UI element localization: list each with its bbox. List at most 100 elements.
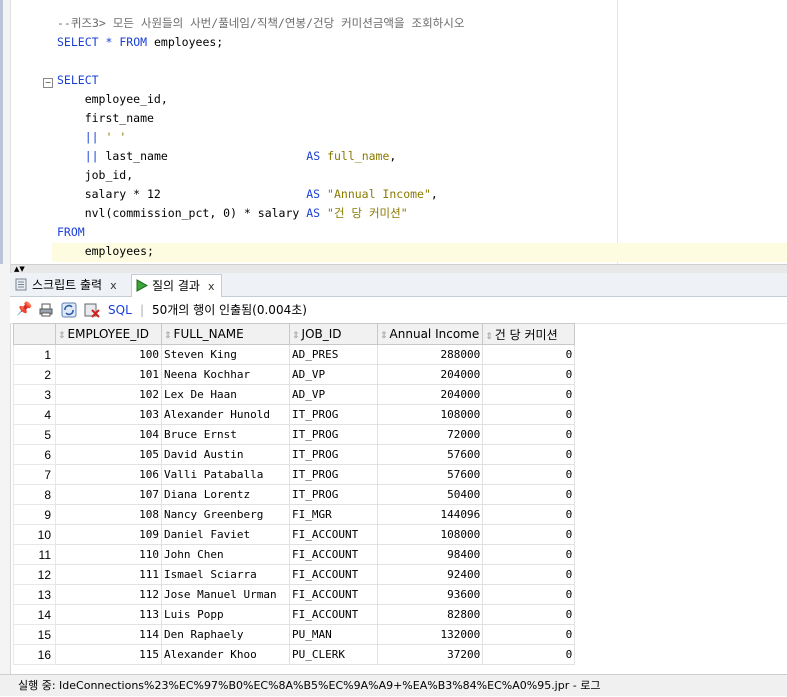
table-cell[interactable]: 57600 — [376, 464, 484, 485]
sql-button[interactable]: SQL — [108, 302, 132, 318]
sort-icon[interactable]: ⇕ — [485, 332, 493, 342]
table-row[interactable]: 5 104 Bruce Ernst IT_PROG 72000 0 — [13, 424, 576, 445]
table-row[interactable]: 8 107 Diana Lorentz IT_PROG 50400 0 — [13, 484, 576, 505]
code-line[interactable]: SELECT * FROM employees; — [57, 33, 464, 52]
code-line[interactable]: first_name — [57, 109, 464, 128]
table-cell[interactable]: Valli Pataballa — [161, 464, 290, 485]
table-cell[interactable]: 204000 — [376, 364, 484, 385]
table-cell[interactable]: 144096 — [376, 504, 484, 525]
table-cell[interactable]: 114 — [55, 624, 162, 645]
table-cell[interactable]: 93600 — [376, 584, 484, 605]
table-row[interactable]: 6 105 David Austin IT_PROG 57600 0 — [13, 444, 576, 465]
table-cell[interactable]: 108 — [55, 504, 162, 525]
table-cell[interactable]: Alexander Khoo — [161, 644, 290, 665]
table-cell[interactable]: Lex De Haan — [161, 384, 290, 405]
code-line[interactable]: --퀴즈3> 모든 사원들의 사번/풀네임/직책/연봉/건당 커미션금액을 조회… — [57, 14, 464, 33]
table-row[interactable]: 11 110 John Chen FI_ACCOUNT 98400 0 — [13, 544, 576, 565]
code-line[interactable]: employee_id, — [57, 90, 464, 109]
code-line[interactable]: nvl(commission_pct, 0) * salary AS "건 당 … — [57, 204, 464, 223]
close-icon[interactable]: x — [208, 280, 215, 293]
table-cell[interactable]: Daniel Faviet — [161, 524, 290, 545]
table-cell[interactable]: AD_PRES — [289, 344, 378, 365]
table-cell[interactable]: 0 — [482, 444, 576, 465]
table-cell[interactable]: 132000 — [376, 624, 484, 645]
table-cell[interactable]: PU_CLERK — [289, 644, 378, 665]
table-cell[interactable]: 0 — [482, 404, 576, 425]
sort-icon[interactable]: ⇕ — [380, 331, 388, 341]
print-icon[interactable] — [38, 302, 54, 318]
table-cell[interactable]: 105 — [55, 444, 162, 465]
table-cell[interactable]: 98400 — [376, 544, 484, 565]
table-cell[interactable]: 110 — [55, 544, 162, 565]
fold-toggle-icon[interactable]: − — [43, 78, 53, 88]
table-cell[interactable]: IT_PROG — [289, 464, 378, 485]
table-row[interactable]: 2 101 Neena Kochhar AD_VP 204000 0 — [13, 364, 576, 385]
table-cell[interactable]: IT_PROG — [289, 484, 378, 505]
table-cell[interactable]: PU_MAN — [289, 624, 378, 645]
table-cell[interactable]: Luis Popp — [161, 604, 290, 625]
table-cell[interactable]: 0 — [482, 644, 576, 665]
table-cell[interactable]: FI_ACCOUNT — [289, 524, 378, 545]
splitter-arrows-icon[interactable]: ▲▼ — [14, 266, 25, 273]
code-line[interactable]: employees; — [57, 242, 464, 261]
table-cell[interactable]: 0 — [482, 624, 576, 645]
table-cell[interactable]: 57600 — [376, 444, 484, 465]
table-cell[interactable]: 92400 — [376, 564, 484, 585]
table-cell[interactable]: 115 — [55, 644, 162, 665]
table-cell[interactable]: 0 — [482, 604, 576, 625]
table-cell[interactable]: 0 — [482, 344, 576, 365]
close-icon[interactable]: x — [110, 279, 117, 292]
table-cell[interactable]: AD_VP — [289, 364, 378, 385]
table-cell[interactable]: FI_ACCOUNT — [289, 604, 378, 625]
column-header[interactable]: ⇕ 건 당 커미션 — [482, 323, 576, 345]
code-line[interactable]: FROM — [57, 223, 464, 242]
table-row[interactable]: 16 115 Alexander Khoo PU_CLERK 37200 0 — [13, 644, 576, 665]
table-row[interactable]: 4 103 Alexander Hunold IT_PROG 108000 0 — [13, 404, 576, 425]
table-cell[interactable]: 108000 — [376, 404, 484, 425]
table-cell[interactable]: Jose Manuel Urman — [161, 584, 290, 605]
pin-icon[interactable]: 📌 — [16, 302, 32, 318]
code-line[interactable]: SELECT — [57, 71, 464, 90]
table-cell[interactable]: 0 — [482, 524, 576, 545]
code-line[interactable]: salary * 12 AS "Annual Income", — [57, 185, 464, 204]
code-area[interactable]: --퀴즈3> 모든 사원들의 사번/풀네임/직책/연봉/건당 커미션금액을 조회… — [57, 14, 464, 261]
table-row[interactable]: 15 114 Den Raphaely PU_MAN 132000 0 — [13, 624, 576, 645]
table-cell[interactable]: Ismael Sciarra — [161, 564, 290, 585]
table-row[interactable]: 3 102 Lex De Haan AD_VP 204000 0 — [13, 384, 576, 405]
tab-script-output[interactable]: 스크립트 출력 x — [12, 274, 117, 296]
sort-icon[interactable]: ⇕ — [164, 331, 172, 341]
table-cell[interactable]: 108000 — [376, 524, 484, 545]
table-cell[interactable]: David Austin — [161, 444, 290, 465]
table-cell[interactable]: FI_ACCOUNT — [289, 564, 378, 585]
table-cell[interactable]: 106 — [55, 464, 162, 485]
table-cell[interactable]: Steven King — [161, 344, 290, 365]
table-cell[interactable]: 0 — [482, 484, 576, 505]
table-cell[interactable]: Bruce Ernst — [161, 424, 290, 445]
table-cell[interactable]: FI_ACCOUNT — [289, 584, 378, 605]
table-cell[interactable]: IT_PROG — [289, 444, 378, 465]
tab-query-result[interactable]: 질의 결과 x — [131, 274, 222, 297]
table-cell[interactable]: 82800 — [376, 604, 484, 625]
table-cell[interactable]: Nancy Greenberg — [161, 504, 290, 525]
table-cell[interactable]: 0 — [482, 364, 576, 385]
table-cell[interactable]: 50400 — [376, 484, 484, 505]
table-row[interactable]: 1 100 Steven King AD_PRES 288000 0 — [13, 344, 576, 365]
code-line[interactable]: job_id, — [57, 166, 464, 185]
table-cell[interactable]: 0 — [482, 424, 576, 445]
table-cell[interactable]: 0 — [482, 564, 576, 585]
table-cell[interactable]: Neena Kochhar — [161, 364, 290, 385]
sort-icon[interactable]: ⇕ — [58, 331, 66, 341]
column-header[interactable]: ⇕ Annual Income — [376, 323, 484, 345]
table-cell[interactable]: IT_PROG — [289, 404, 378, 425]
code-line[interactable]: || last_name AS full_name, — [57, 147, 464, 166]
table-cell[interactable]: 103 — [55, 404, 162, 425]
code-line[interactable] — [57, 52, 464, 71]
refresh-icon[interactable] — [61, 302, 77, 318]
table-row[interactable]: 12 111 Ismael Sciarra FI_ACCOUNT 92400 0 — [13, 564, 576, 585]
column-header[interactable]: ⇕ FULL_NAME — [161, 323, 290, 345]
table-cell[interactable]: 111 — [55, 564, 162, 585]
table-row[interactable]: 9 108 Nancy Greenberg FI_MGR 144096 0 — [13, 504, 576, 525]
table-cell[interactable]: 104 — [55, 424, 162, 445]
result-grid[interactable]: ⇕ EMPLOYEE_ID ⇕ FULL_NAME ⇕ JOB_ID ⇕ Annual Inc… — [13, 323, 787, 665]
table-row[interactable]: 7 106 Valli Pataballa IT_PROG 57600 0 — [13, 464, 576, 485]
